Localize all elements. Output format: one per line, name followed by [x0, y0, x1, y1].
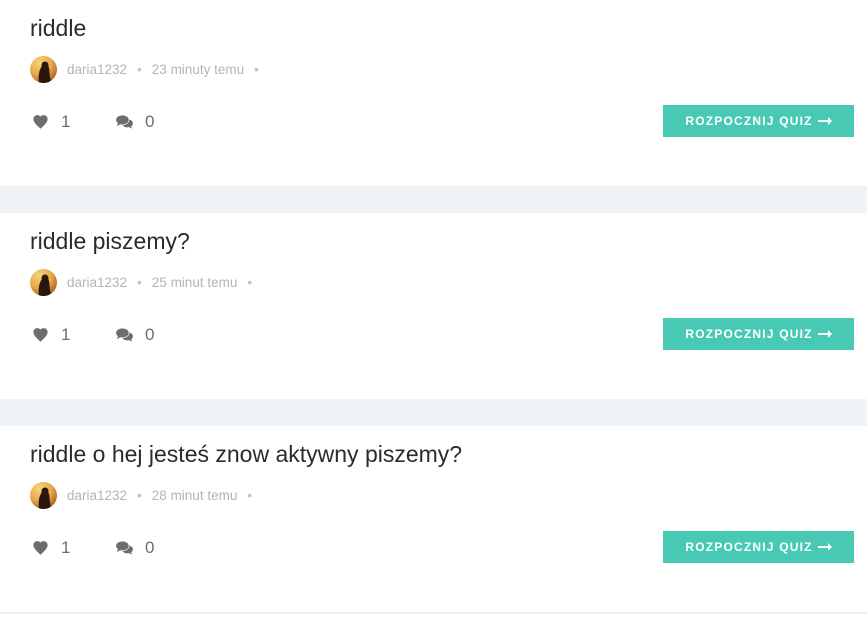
- avatar-silhouette-icon: [38, 274, 52, 296]
- card-separator: [0, 186, 867, 213]
- comment-counter[interactable]: 0: [116, 538, 154, 558]
- post-meta: daria1232 • 23 minuty temu •: [30, 56, 259, 83]
- quiz-card: riddle o hej jesteś znow aktywny piszemy…: [0, 426, 867, 614]
- heart-icon[interactable]: [32, 114, 49, 130]
- long-arrow-right-icon: [817, 543, 832, 551]
- like-counter[interactable]: 1: [32, 112, 116, 132]
- start-quiz-button[interactable]: ROZPOCZNIJ QUIZ: [663, 318, 854, 350]
- author-name[interactable]: daria1232: [67, 488, 127, 503]
- start-quiz-button[interactable]: ROZPOCZNIJ QUIZ: [663, 105, 854, 137]
- start-quiz-label: ROZPOCZNIJ QUIZ: [685, 114, 813, 128]
- author-name[interactable]: daria1232: [67, 62, 127, 77]
- post-stats: 1 0: [32, 112, 154, 132]
- comment-counter[interactable]: 0: [116, 325, 154, 345]
- meta-separator: •: [137, 488, 142, 503]
- quiz-title[interactable]: riddle: [30, 13, 86, 43]
- comments-icon[interactable]: [116, 115, 133, 129]
- start-quiz-button[interactable]: ROZPOCZNIJ QUIZ: [663, 531, 854, 563]
- post-time: 23 minuty temu: [151, 62, 245, 77]
- comment-counter[interactable]: 0: [116, 112, 154, 132]
- meta-separator: •: [137, 275, 142, 290]
- meta-separator: •: [137, 62, 142, 77]
- comment-count: 0: [145, 538, 155, 557]
- post-time: 25 minut temu: [151, 275, 238, 290]
- like-counter[interactable]: 1: [32, 325, 116, 345]
- like-counter[interactable]: 1: [32, 538, 116, 558]
- quiz-title[interactable]: riddle o hej jesteś znow aktywny piszemy…: [30, 439, 462, 469]
- post-time: 28 minut temu: [151, 488, 238, 503]
- post-meta: daria1232 • 28 minut temu •: [30, 482, 252, 509]
- quiz-card: riddle daria1232 • 23 minuty temu • 1 0 …: [0, 0, 867, 186]
- comments-icon[interactable]: [116, 541, 133, 555]
- author-name[interactable]: daria1232: [67, 275, 127, 290]
- avatar[interactable]: [30, 482, 57, 509]
- start-quiz-label: ROZPOCZNIJ QUIZ: [685, 540, 813, 554]
- avatar[interactable]: [30, 269, 57, 296]
- long-arrow-right-icon: [817, 330, 832, 338]
- meta-separator: •: [254, 62, 259, 77]
- quiz-card: riddle piszemy? daria1232 • 25 minut tem…: [0, 213, 867, 399]
- long-arrow-right-icon: [817, 117, 832, 125]
- comment-count: 0: [145, 112, 155, 131]
- like-count: 1: [61, 538, 71, 557]
- post-stats: 1 0: [32, 325, 154, 345]
- comment-count: 0: [145, 325, 155, 344]
- card-separator: [0, 399, 867, 426]
- like-count: 1: [61, 112, 71, 131]
- avatar-silhouette-icon: [38, 487, 52, 509]
- heart-icon[interactable]: [32, 540, 49, 556]
- post-stats: 1 0: [32, 538, 154, 558]
- comments-icon[interactable]: [116, 328, 133, 342]
- post-meta: daria1232 • 25 minut temu •: [30, 269, 252, 296]
- avatar-silhouette-icon: [38, 61, 52, 83]
- start-quiz-label: ROZPOCZNIJ QUIZ: [685, 327, 813, 341]
- heart-icon[interactable]: [32, 327, 49, 343]
- meta-separator: •: [247, 275, 253, 290]
- avatar[interactable]: [30, 56, 57, 83]
- like-count: 1: [61, 325, 71, 344]
- quiz-title[interactable]: riddle piszemy?: [30, 226, 190, 256]
- meta-separator: •: [247, 488, 253, 503]
